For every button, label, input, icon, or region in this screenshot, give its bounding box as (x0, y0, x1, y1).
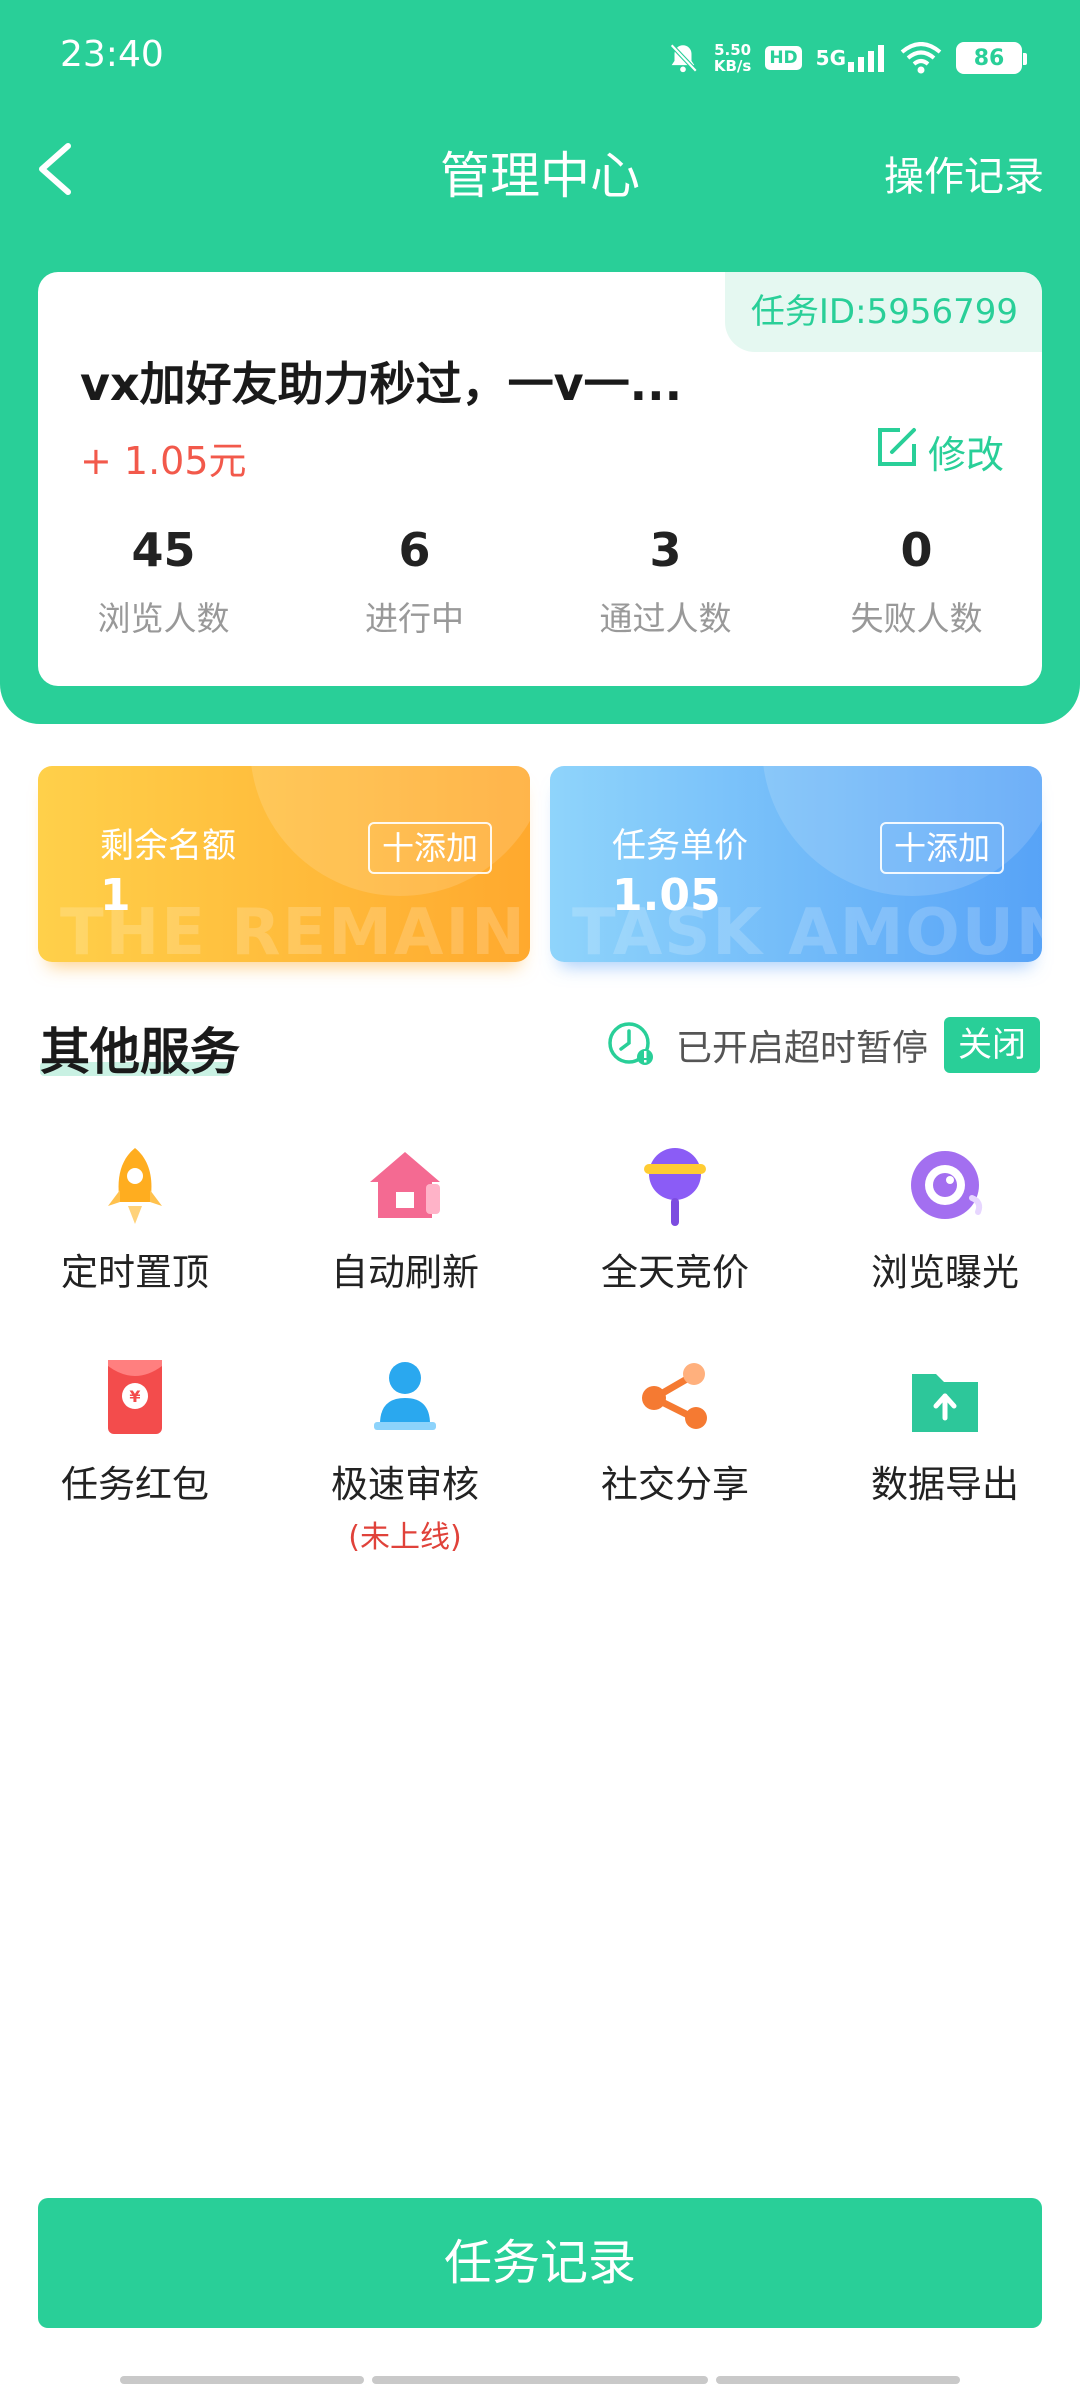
timeout-pause-row: 已开启超时暂停 关闭 (606, 1016, 1040, 1074)
stat-label: 浏览人数 (97, 599, 230, 638)
service-auto-refresh[interactable]: 自动刷新 (270, 1140, 540, 1296)
service-label: 全天竞价 (601, 1251, 749, 1294)
mute-bell-icon (666, 41, 700, 75)
operation-log-link[interactable]: 操作记录 (884, 144, 1044, 202)
unit-price-value: 1.05 (612, 870, 721, 921)
task-reward: + 1.05元 (80, 439, 247, 483)
remaining-quota-value: 1 (100, 870, 131, 921)
service-label: 极速审核 (331, 1463, 479, 1506)
service-not-online-note: (未上线) (348, 1520, 462, 1555)
service-all-day-bidding[interactable]: 全天竞价 (540, 1140, 810, 1296)
service-task-red-envelope[interactable]: ¥ 任务红包 (0, 1352, 270, 1508)
service-label: 数据导出 (871, 1463, 1019, 1506)
rocket-icon (90, 1140, 180, 1230)
stat-label: 失败人数 (850, 599, 983, 638)
status-bar: 23:40 5.50 KB/s HD 5G 86 (0, 0, 1080, 120)
wifi-icon (900, 42, 942, 74)
house-icon (360, 1140, 450, 1230)
service-browse-exposure[interactable]: 浏览曝光 (810, 1140, 1080, 1296)
stat-value: 45 (131, 523, 196, 577)
eye-icon (900, 1140, 990, 1230)
signal-icon: 5G (816, 44, 886, 72)
gesture-bar-segment (716, 2376, 960, 2384)
status-icons: 5.50 KB/s HD 5G 86 (666, 36, 1027, 80)
remaining-quota-card: THE REMAIN 剩余名额 1 十添加 (38, 766, 530, 962)
service-fast-review[interactable]: 极速审核 (未上线) (270, 1352, 540, 1556)
net-speed: 5.50 KB/s (713, 41, 752, 75)
service-data-export[interactable]: 数据导出 (810, 1352, 1080, 1508)
task-card: 任务ID:5956799 vx加好友助力秒过，一v一... + 1.05元 修改… (38, 272, 1042, 686)
share-icon (630, 1352, 720, 1442)
add-price-button[interactable]: 十添加 (879, 822, 1004, 874)
task-records-button[interactable]: 任务记录 (38, 2198, 1042, 2328)
status-time: 23:40 (60, 34, 164, 75)
stat-label: 进行中 (365, 599, 464, 638)
service-scheduled-top[interactable]: 定时置顶 (0, 1140, 270, 1296)
stat-views: 45 浏览人数 (38, 522, 289, 652)
hd-icon: HD (765, 46, 802, 70)
edit-icon (876, 426, 918, 477)
red-envelope-icon: ¥ (90, 1352, 180, 1442)
edit-button[interactable]: 修改 (876, 424, 1004, 479)
task-title: vx加好友助力秒过，一v一... (80, 357, 683, 411)
stat-value: 0 (900, 523, 933, 577)
task-id-badge: 任务ID:5956799 (724, 272, 1042, 352)
reviewer-icon (360, 1352, 450, 1442)
gesture-bar-segment (372, 2376, 708, 2384)
stat-label: 通过人数 (599, 599, 732, 638)
unit-price-label: 任务单价 (612, 826, 748, 866)
navigation-bar: 管理中心 操作记录 (0, 120, 1080, 220)
service-label: 社交分享 (601, 1463, 749, 1506)
svg-text:¥: ¥ (129, 1387, 140, 1406)
clock-alert-icon (606, 1018, 656, 1072)
stat-value: 6 (398, 523, 431, 577)
lollipop-icon (630, 1140, 720, 1230)
folder-export-icon (900, 1352, 990, 1442)
unit-price-card: TASK AMOUNT 任务单价 1.05 十添加 (550, 766, 1042, 962)
service-label: 定时置顶 (61, 1251, 209, 1294)
service-label: 任务红包 (61, 1463, 209, 1506)
stat-failed: 0 失败人数 (791, 522, 1042, 652)
add-quota-button[interactable]: 十添加 (367, 822, 492, 874)
service-social-share[interactable]: 社交分享 (540, 1352, 810, 1508)
stat-passed: 3 通过人数 (540, 522, 791, 652)
stat-value: 3 (649, 523, 682, 577)
edit-label: 修改 (927, 433, 1004, 477)
timeout-status-text: 已开启超时暂停 (675, 1028, 928, 1069)
remaining-quota-label: 剩余名额 (100, 826, 236, 866)
task-stats: 45 浏览人数 6 进行中 3 通过人数 0 失败人数 (38, 522, 1042, 652)
section-title: 其他服务 (40, 1023, 240, 1081)
service-label: 浏览曝光 (871, 1251, 1019, 1294)
battery-icon: 86 (956, 42, 1027, 74)
gesture-bar-segment (120, 2376, 364, 2384)
stat-in-progress: 6 进行中 (289, 522, 540, 652)
service-label: 自动刷新 (331, 1251, 479, 1294)
close-timeout-button[interactable]: 关闭 (944, 1017, 1040, 1073)
